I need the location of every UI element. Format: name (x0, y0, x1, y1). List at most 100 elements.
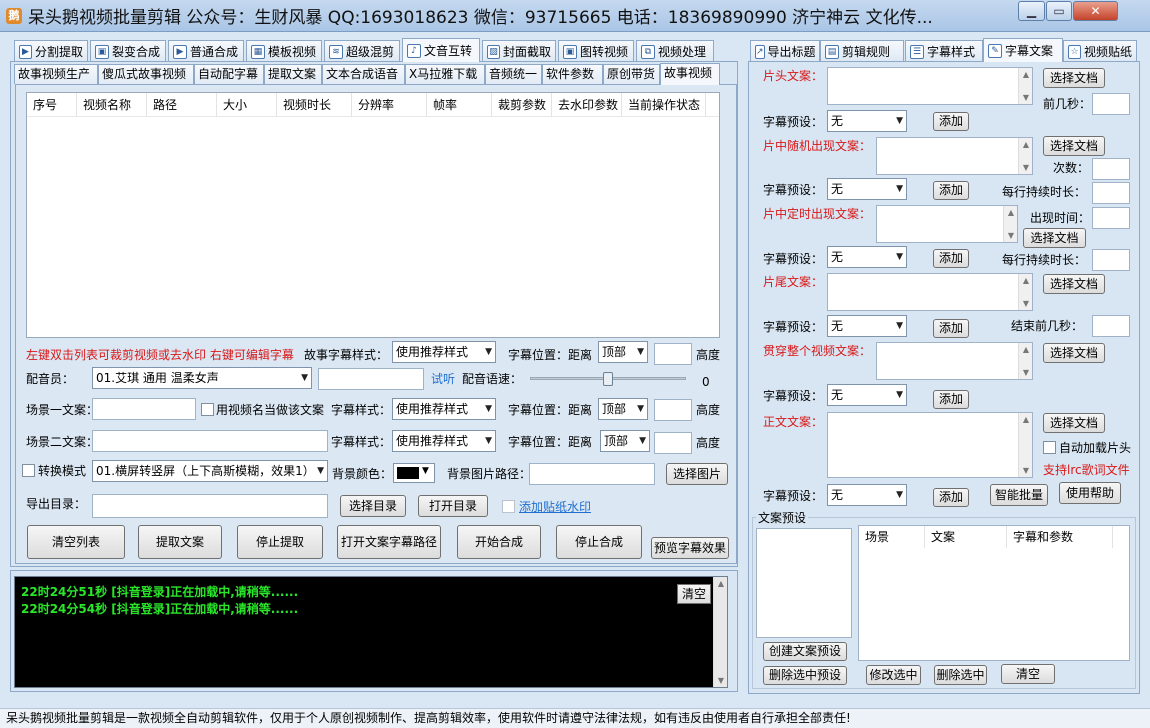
column-header[interactable]: 序号 (27, 93, 77, 117)
tab-sub-5[interactable]: X马拉雅下载 (405, 64, 485, 84)
start-compose-button[interactable]: 开始合成 (457, 525, 541, 559)
listen-link[interactable]: 试听 (431, 371, 455, 387)
choose-doc-button-whole[interactable]: 选择文档 (1043, 343, 1105, 363)
scrollbar[interactable]: ▲ ▼ (1018, 68, 1032, 104)
sub-height-input-1[interactable] (654, 399, 692, 421)
choose-doc-button-tail[interactable]: 选择文档 (1043, 274, 1105, 294)
choose-doc-button-head[interactable]: 选择文档 (1043, 68, 1105, 88)
preset-select-3[interactable]: 无 ▼ (827, 246, 907, 268)
whole-video-area[interactable]: ▲ ▼ (876, 342, 1033, 380)
preview-subtitle-button[interactable]: 预览字幕效果 (651, 537, 729, 559)
sticker-watermark-link[interactable]: 添加贴纸水印 (519, 499, 591, 515)
clear-list-button[interactable]: 清空列表 (27, 525, 125, 559)
convert-mode-checkbox[interactable] (22, 464, 35, 477)
table-scrollbar[interactable] (705, 117, 719, 337)
preset-list[interactable] (756, 528, 852, 638)
column-header[interactable]: 路径 (147, 93, 217, 117)
add-button-3[interactable]: 添加 (933, 249, 969, 268)
add-button-1[interactable]: 添加 (933, 112, 969, 131)
scrollbar[interactable]: ▲ ▼ (1003, 206, 1017, 242)
create-preset-button[interactable]: 创建文案预设 (763, 642, 847, 661)
tab-sub-4[interactable]: 文本合成语音 (322, 64, 405, 84)
preset-select-5[interactable]: 无 ▼ (827, 384, 907, 406)
scrollbar[interactable]: ▲ ▼ (1018, 343, 1032, 379)
end-seconds-input[interactable] (1092, 315, 1130, 337)
scroll-up-icon[interactable]: ▲ (1019, 140, 1033, 149)
column-header[interactable]: 去水印参数 (552, 93, 622, 117)
times-input[interactable] (1092, 158, 1130, 180)
sub-position-select-1[interactable]: 顶部 ▼ (598, 398, 648, 420)
body-text-area[interactable]: ▲ ▼ (827, 412, 1033, 478)
delete-preset-button[interactable]: 删除选中预设 (763, 666, 847, 685)
sub-position-select-2[interactable]: 顶部 ▼ (600, 430, 650, 452)
choose-dir-button[interactable]: 选择目录 (340, 495, 406, 517)
per-line-input-1[interactable] (1092, 182, 1130, 204)
convert-mode-select[interactable]: 01.横屏转竖屏（上下高斯模糊，效果1） ▼ (92, 460, 328, 482)
tab-sub-0[interactable]: 故事视频生产 (14, 64, 98, 84)
open-dir-button[interactable]: 打开目录 (418, 495, 488, 517)
sub-style-select-1[interactable]: 使用推荐样式 ▼ (392, 398, 496, 420)
tab-main-3[interactable]: ▦ 模板视频 (246, 40, 322, 62)
scene2-input[interactable] (92, 430, 328, 452)
choose-doc-button-mid-fixed[interactable]: 选择文档 (1023, 228, 1086, 248)
sub-height-input-2[interactable] (654, 432, 692, 454)
scroll-up-icon[interactable]: ▲ (1019, 276, 1033, 285)
tab-right-3[interactable]: ✎ 字幕文案 (983, 38, 1063, 62)
scroll-down-icon[interactable]: ▼ (1019, 466, 1033, 475)
stop-extract-button[interactable]: 停止提取 (237, 525, 323, 559)
preset-table[interactable]: 场景 文案 字幕和参数 (858, 525, 1130, 661)
bg-color-picker[interactable]: ▼ (393, 463, 435, 483)
scroll-up-icon[interactable]: ▲ (1019, 415, 1033, 424)
auto-head-checkbox[interactable] (1043, 441, 1056, 454)
column-header[interactable]: 视频名称 (77, 93, 147, 117)
tab-main-4[interactable]: ≋ 超级混剪 (324, 40, 400, 62)
tab-main-2[interactable]: ▶ 普通合成 (168, 40, 244, 62)
tab-sub-3[interactable]: 提取文案 (264, 64, 322, 84)
slider-thumb[interactable] (603, 372, 613, 386)
preset-column-header[interactable]: 文案 (925, 526, 1007, 548)
scroll-up-icon[interactable]: ▲ (1004, 208, 1018, 217)
bg-image-input[interactable] (529, 463, 655, 485)
preset-column-header[interactable]: 字幕和参数 (1007, 526, 1113, 548)
add-button-2[interactable]: 添加 (933, 181, 969, 200)
story-style-select[interactable]: 使用推荐样式 ▼ (392, 341, 496, 363)
tab-main-5[interactable]: ♪ 文音互转 (402, 38, 480, 62)
help-button[interactable]: 使用帮助 (1059, 482, 1121, 504)
scroll-down-icon[interactable]: ▼ (1019, 93, 1033, 102)
column-header[interactable]: 当前操作状态 (622, 93, 706, 117)
tab-main-0[interactable]: ▶ 分割提取 (14, 40, 88, 62)
scrollbar[interactable]: ▲ ▼ (1018, 274, 1032, 310)
tab-main-7[interactable]: ▣ 图转视频 (558, 40, 634, 62)
log-scrollbar[interactable]: ▲ ▼ (713, 577, 727, 687)
sub-height-input[interactable] (654, 343, 692, 365)
preset-select-1[interactable]: 无 ▼ (827, 110, 907, 132)
speed-slider[interactable] (530, 372, 686, 386)
preset-column-header[interactable]: 场景 (859, 526, 925, 548)
column-header[interactable]: 大小 (217, 93, 277, 117)
tab-sub-7[interactable]: 软件参数 (542, 64, 603, 84)
use-name-checkbox[interactable] (201, 403, 214, 416)
stop-compose-button[interactable]: 停止合成 (556, 525, 642, 559)
add-button-4[interactable]: 添加 (933, 319, 969, 338)
per-line-input-2[interactable] (1092, 249, 1130, 271)
maximize-button[interactable]: ▭ (1046, 1, 1072, 21)
clear-log-button[interactable]: 清空 (677, 584, 711, 604)
scrollbar[interactable]: ▲ ▼ (1018, 138, 1032, 174)
scroll-down-icon[interactable]: ▼ (1004, 231, 1018, 240)
tab-main-8[interactable]: ⧉ 视频处理 (636, 40, 714, 62)
mid-random-area[interactable]: ▲ ▼ (876, 137, 1033, 175)
tab-sub-1[interactable]: 傻瓜式故事视频 (98, 64, 194, 84)
column-header[interactable]: 分辨率 (352, 93, 427, 117)
preset-select-6[interactable]: 无 ▼ (827, 484, 907, 506)
sub-style-select-2[interactable]: 使用推荐样式 ▼ (392, 430, 496, 452)
voice-extra-input[interactable] (318, 368, 424, 390)
scroll-down-icon[interactable]: ▼ (714, 676, 728, 685)
scrollbar[interactable]: ▲ ▼ (1018, 413, 1032, 477)
tab-right-4[interactable]: ☆ 视频贴纸 (1063, 40, 1137, 62)
preset-select-4[interactable]: 无 ▼ (827, 315, 907, 337)
tab-sub-8[interactable]: 原创带货 (603, 64, 660, 84)
scroll-down-icon[interactable]: ▼ (1019, 299, 1033, 308)
smart-batch-button[interactable]: 智能批量 (990, 484, 1048, 506)
appear-time-input[interactable] (1092, 207, 1130, 229)
delete-selected-button[interactable]: 删除选中 (934, 665, 987, 685)
